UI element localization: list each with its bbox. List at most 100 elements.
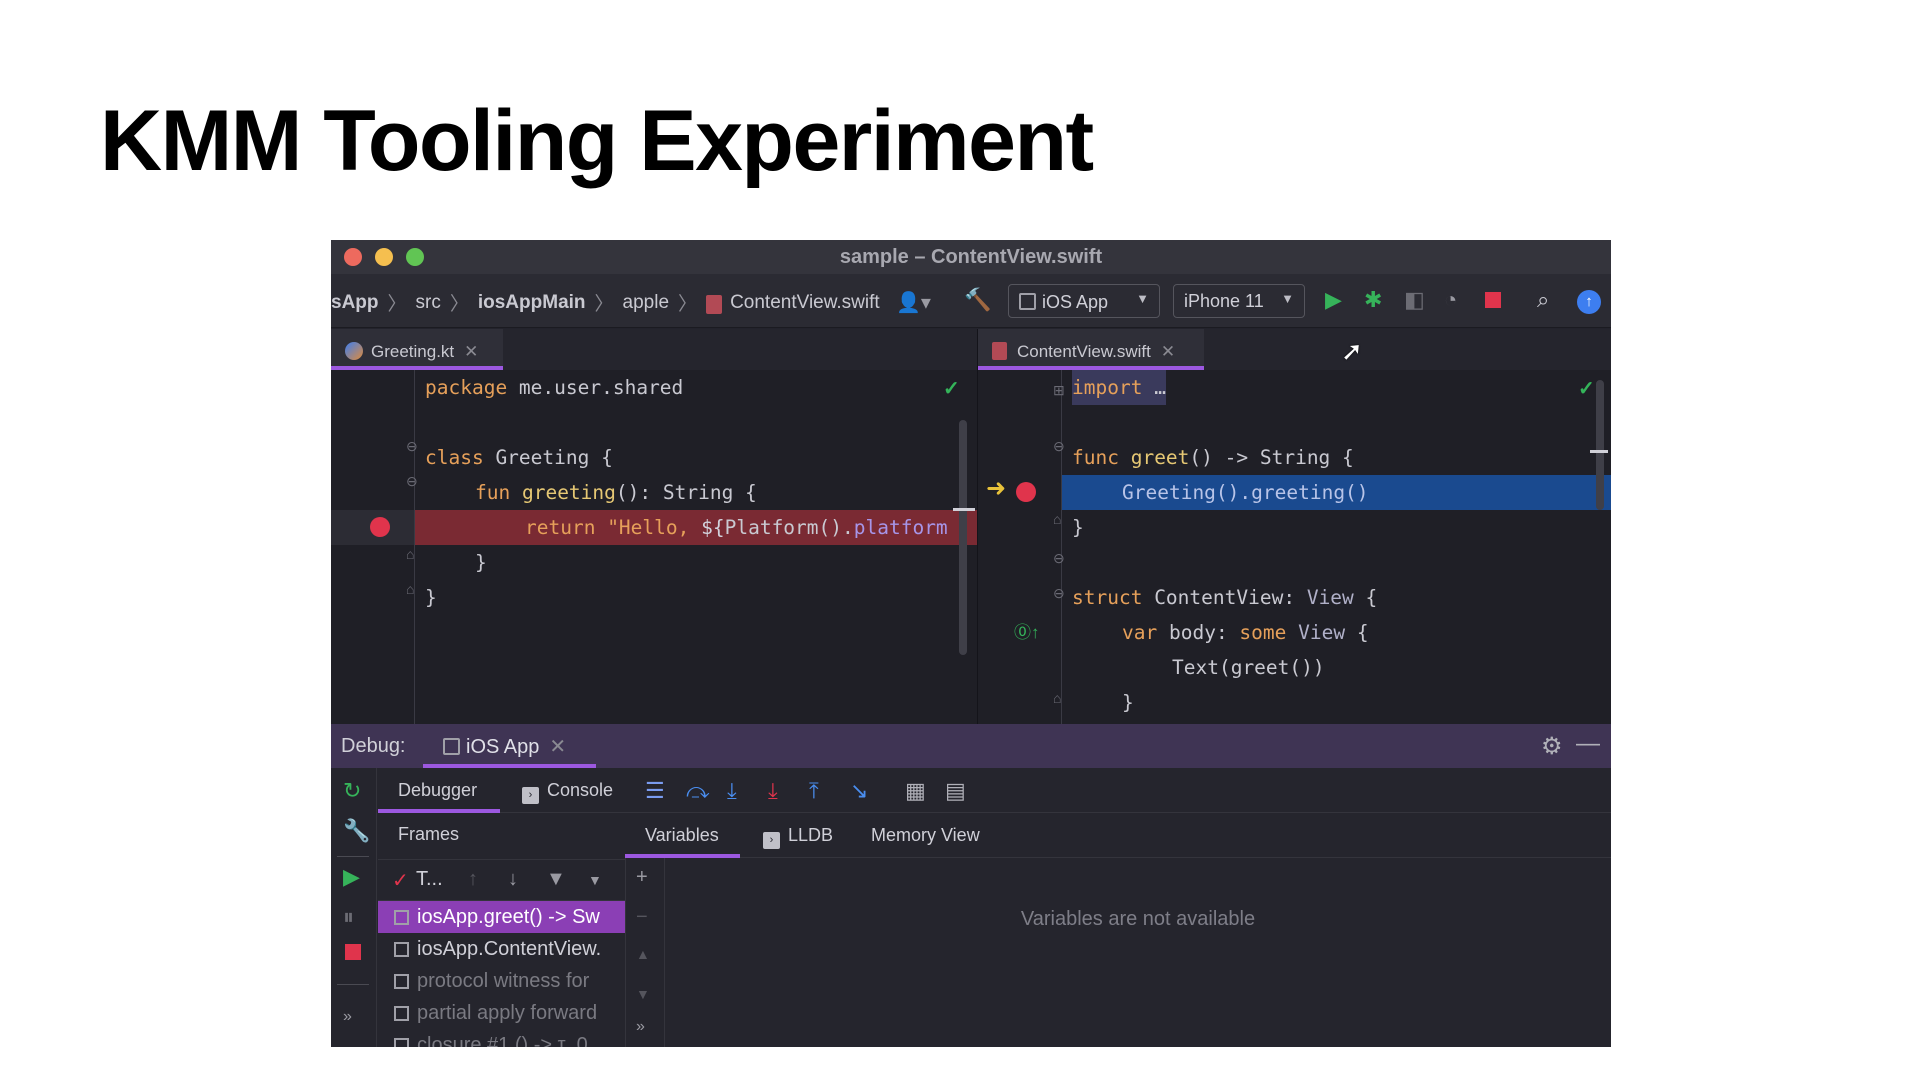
- fold-icon[interactable]: ⌂: [406, 546, 414, 562]
- code-line: class Greeting {: [425, 446, 613, 469]
- arrow-down-icon[interactable]: ↓: [508, 868, 518, 891]
- move-down-icon[interactable]: ▼: [636, 986, 650, 1002]
- frame-row[interactable]: closure #1 () -> τ_0: [378, 1029, 625, 1047]
- tab-console[interactable]: › Console: [522, 780, 613, 804]
- close-tab-icon[interactable]: ✕: [549, 736, 566, 758]
- evaluate-expression-icon[interactable]: ▦: [905, 778, 926, 804]
- fold-icon[interactable]: ⌂: [1053, 690, 1061, 706]
- thread-select[interactable]: T...: [416, 868, 443, 891]
- rerun-icon[interactable]: ↻: [343, 778, 361, 804]
- chevron-down-icon: ▼: [1136, 291, 1149, 306]
- device-select[interactable]: iPhone 11 ▼: [1173, 284, 1305, 318]
- mouse-cursor-icon: ➚: [1341, 336, 1363, 366]
- attach-debugger-icon[interactable]: ◧: [1404, 287, 1425, 313]
- fold-icon[interactable]: ⊞: [1053, 382, 1065, 399]
- remove-watch-icon[interactable]: −: [636, 906, 648, 929]
- filter-icon[interactable]: ▼: [546, 868, 566, 891]
- wrench-icon[interactable]: 🔧: [343, 818, 370, 844]
- more-icon[interactable]: »: [343, 1008, 352, 1026]
- fold-icon[interactable]: ⊖: [406, 473, 418, 490]
- kotlin-editor[interactable]: ✓ ⊖ ⊖ ⌂ ⌂ package me.user.shared class G…: [331, 370, 977, 724]
- run-icon[interactable]: ▶: [1325, 287, 1342, 313]
- gear-icon[interactable]: ⚙: [1541, 732, 1563, 761]
- frame-row[interactable]: iosApp.ContentView.: [378, 933, 625, 965]
- inspection-ok-icon: ✓: [1578, 378, 1595, 400]
- breadcrumb-item-project[interactable]: sApp: [331, 292, 379, 314]
- console-icon: ›: [522, 787, 539, 804]
- breadcrumb-item-file[interactable]: ContentView.swift: [730, 292, 880, 314]
- pause-icon[interactable]: ⏸: [343, 904, 354, 930]
- step-over-icon[interactable]: ⤼: [686, 778, 710, 804]
- force-step-into-icon[interactable]: ⤓: [768, 778, 778, 804]
- swift-editor[interactable]: ➜ ⓪↑ ✓ ⊞ ⊖ ⌂ ⊖ ⊖ ⌂ import … func greet()…: [978, 370, 1611, 724]
- tab-label: ContentView.swift: [1017, 342, 1151, 361]
- frame-row[interactable]: protocol witness for: [378, 965, 625, 997]
- show-execution-point-icon[interactable]: ☰: [645, 778, 665, 804]
- breadcrumb-item-apple[interactable]: apple: [623, 292, 670, 314]
- tab-contentview-swift[interactable]: ContentView.swift ✕: [978, 329, 1204, 370]
- chevron-down-icon[interactable]: ▼: [588, 872, 602, 888]
- debug-session-tab[interactable]: iOS App ✕: [423, 724, 596, 768]
- frame-icon: [394, 942, 409, 957]
- scroll-marker: [953, 508, 975, 511]
- override-marker-icon[interactable]: ⓪↑: [1014, 618, 1040, 643]
- tab-variables[interactable]: Variables: [625, 814, 740, 858]
- step-into-icon[interactable]: ⤓: [727, 778, 737, 804]
- tab-debugger[interactable]: Debugger: [378, 768, 500, 813]
- editor-scrollbar[interactable]: [1596, 380, 1604, 510]
- arrow-up-icon[interactable]: ↑: [468, 868, 478, 891]
- user-menu-icon[interactable]: 👤▾: [896, 290, 931, 315]
- breakpoint-icon[interactable]: [370, 517, 390, 537]
- tab-variables-label: Variables: [645, 825, 719, 845]
- frame-label: partial apply forward: [417, 1002, 598, 1024]
- debug-tool-window: ↻ 🔧 ▶ ⏸ » Debugger › Console ☰ ⤼ ⤓ ⤓ ⤒ ↘ …: [331, 768, 1611, 1047]
- frame-row[interactable]: partial apply forward: [378, 997, 625, 1029]
- add-watch-icon[interactable]: +: [636, 866, 648, 889]
- tab-lldb[interactable]: › LLDB: [763, 825, 833, 849]
- code-line-breakpoint: return "Hello, ${Platform().platform: [525, 516, 948, 539]
- swift-file-icon: [992, 342, 1007, 360]
- more-icon[interactable]: »: [636, 1018, 645, 1036]
- fold-icon[interactable]: ⊖: [406, 438, 418, 455]
- editor-scrollbar[interactable]: [959, 420, 967, 655]
- code-line-folded-imports[interactable]: import …: [1072, 370, 1166, 405]
- fold-icon[interactable]: ⊖: [1053, 585, 1065, 602]
- minimize-icon[interactable]: —: [1576, 730, 1600, 758]
- search-icon[interactable]: ⌕: [1537, 287, 1549, 313]
- breakpoint-icon[interactable]: [1016, 482, 1036, 502]
- profile-icon[interactable]: ◔: [1444, 287, 1457, 313]
- stop-icon[interactable]: [1485, 292, 1501, 308]
- gutter-divider: [1061, 370, 1062, 724]
- stop-icon[interactable]: [345, 944, 361, 960]
- tab-greeting-kt[interactable]: Greeting.kt ✕: [331, 329, 503, 370]
- window-title: sample – ContentView.swift: [839, 246, 1103, 268]
- close-tab-icon[interactable]: ✕: [1161, 342, 1175, 361]
- run-configuration-select[interactable]: iOS App ▼: [1008, 284, 1160, 318]
- move-up-icon[interactable]: ▲: [636, 946, 650, 962]
- code-line: var body: some View {: [1122, 621, 1369, 644]
- update-icon[interactable]: ↑: [1577, 290, 1601, 314]
- fold-icon[interactable]: ⊖: [1053, 550, 1065, 567]
- toolbar-divider: [337, 984, 369, 985]
- debug-tool-window-header: Debug: iOS App ✕ ⚙ —: [331, 724, 1611, 768]
- fold-icon[interactable]: ⌂: [1053, 511, 1061, 527]
- code-line: }: [1122, 691, 1134, 714]
- build-hammer-icon[interactable]: 🔨: [964, 287, 991, 313]
- step-out-icon[interactable]: ⤒: [809, 778, 819, 804]
- tab-memory-view[interactable]: Memory View: [871, 825, 980, 846]
- frame-label: iosApp.greet() -> Sw: [417, 906, 600, 928]
- breadcrumb-item-iosappmain[interactable]: iosAppMain: [478, 292, 586, 314]
- frame-row[interactable]: iosApp.greet() -> Sw: [378, 901, 625, 933]
- slide-title: KMM Tooling Experiment: [100, 93, 1094, 189]
- fold-icon[interactable]: ⊖: [1053, 438, 1065, 455]
- run-to-cursor-icon[interactable]: ↘: [850, 778, 868, 804]
- code-line: }: [475, 551, 487, 574]
- layout-columns-icon[interactable]: ▤: [945, 778, 966, 804]
- title-bar: sample – ContentView.swift: [331, 240, 1611, 274]
- fold-icon[interactable]: ⌂: [406, 581, 414, 597]
- resume-icon[interactable]: ▶: [343, 864, 360, 890]
- breadcrumb-item-src[interactable]: src: [416, 292, 441, 314]
- scroll-marker: [1590, 450, 1608, 453]
- debug-bug-icon[interactable]: ✱: [1364, 287, 1382, 313]
- close-tab-icon[interactable]: ✕: [464, 342, 478, 361]
